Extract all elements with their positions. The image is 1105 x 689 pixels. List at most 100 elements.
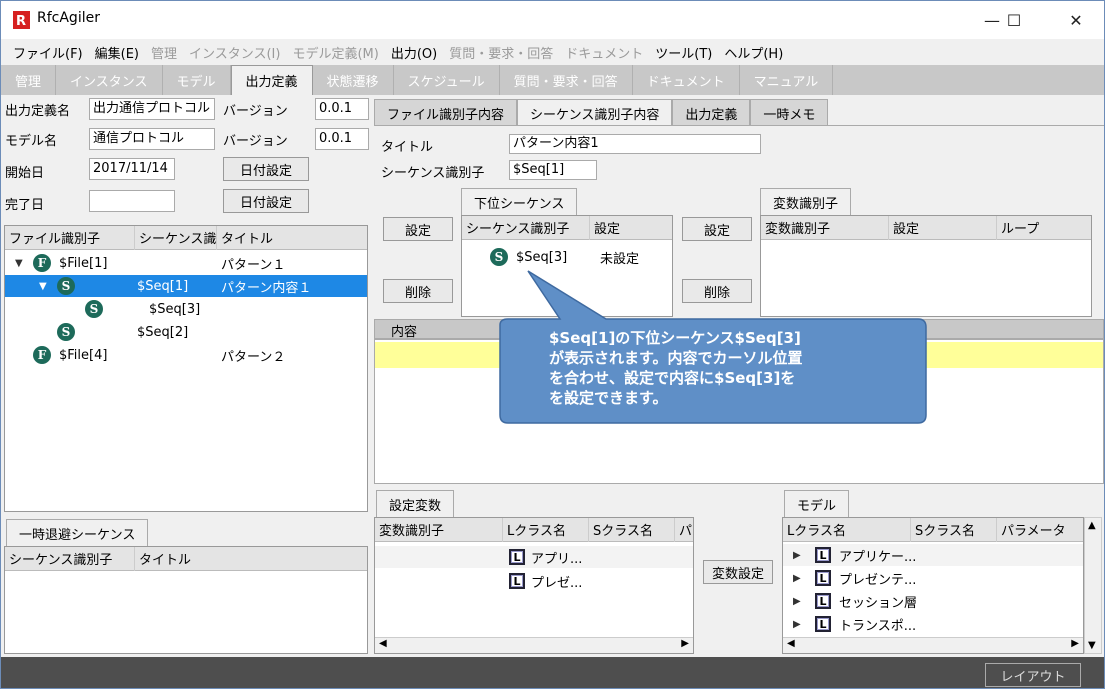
start-date-set-button[interactable]: 日付設定: [223, 157, 309, 181]
tree-col-title[interactable]: タイトル: [217, 226, 367, 250]
tree-row[interactable]: S $Seq[3]: [5, 298, 367, 320]
start-date-field[interactable]: 2017/11/14: [89, 158, 175, 180]
maximize-button[interactable]: ☐: [991, 1, 1037, 39]
var-id-set-button[interactable]: 設定: [682, 217, 752, 241]
main-tab-4[interactable]: 状態遷移: [313, 65, 394, 95]
table-row[interactable]: ▶ L トランスポ...: [783, 613, 1083, 635]
main-tab-5[interactable]: スケジュール: [394, 65, 500, 95]
model-vscrollbar[interactable]: ▲ ▼: [1084, 517, 1102, 654]
tree-expand-icon[interactable]: ▶: [793, 573, 801, 584]
set-vars-hscrollbar[interactable]: ◀ ▶: [375, 637, 693, 653]
tree-expand-icon[interactable]: ▼: [39, 281, 47, 292]
tab-var-id[interactable]: 変数識別子: [760, 188, 852, 216]
main-tab-6[interactable]: 質問・要求・回答: [500, 65, 633, 95]
tab-sub-sequence[interactable]: 下位シーケンス: [461, 188, 578, 216]
scroll-left-icon[interactable]: ◀: [379, 638, 387, 649]
tree-expand-icon[interactable]: ▼: [15, 258, 23, 269]
tree-expand-icon[interactable]: ▶: [793, 550, 801, 561]
right-tab-3[interactable]: 一時メモ: [750, 99, 829, 126]
model-name-field[interactable]: 通信プロトコル: [89, 128, 215, 150]
menu-item-0[interactable]: ファイル(F): [7, 43, 89, 62]
app-logo-icon: R: [13, 11, 30, 29]
model-col-param[interactable]: パラメータ: [997, 518, 1067, 542]
main-tab-1[interactable]: インスタンス: [56, 65, 163, 95]
tree-col-seq[interactable]: シーケンス識別: [135, 225, 217, 250]
model-col-sclass[interactable]: Sクラス名: [911, 517, 997, 542]
main-tab-3[interactable]: 出力定義: [230, 65, 313, 95]
menu-item-6[interactable]: 質問・要求・回答: [443, 43, 559, 62]
tree-title: パターン１: [221, 257, 286, 273]
layout-button[interactable]: レイアウト: [985, 663, 1081, 687]
main-tab-2[interactable]: モデル: [163, 65, 231, 95]
status-bar: レイアウト: [1, 657, 1104, 688]
right-tab-0[interactable]: ファイル識別子内容: [374, 99, 518, 126]
model-hscrollbar[interactable]: ◀ ▶: [783, 637, 1083, 653]
set-vars-col-id[interactable]: 変数識別子: [375, 517, 503, 542]
menu-item-8[interactable]: ツール(T): [649, 43, 718, 62]
menu-item-5[interactable]: 出力(O): [385, 43, 443, 62]
tree-title: パターン２: [221, 349, 286, 365]
end-date-set-button[interactable]: 日付設定: [223, 189, 309, 213]
tab-temp-sequence[interactable]: 一時退避シーケンス: [6, 519, 149, 547]
tree-col-file[interactable]: ファイル識別子: [5, 225, 135, 250]
right-tab-1[interactable]: シーケンス識別子内容: [517, 99, 673, 126]
end-date-field[interactable]: [89, 190, 175, 212]
tab-model[interactable]: モデル: [784, 490, 850, 518]
menu-item-7[interactable]: ドキュメント: [559, 43, 649, 62]
sub-seq-id: $Seq[3]: [516, 249, 568, 265]
sequence-s-icon: S: [57, 277, 75, 295]
tree-expand-icon[interactable]: ▶: [793, 619, 801, 630]
var-id-col-id[interactable]: 変数識別子: [761, 215, 889, 240]
temp-col-seq[interactable]: シーケンス識別子: [5, 546, 135, 571]
sub-seq-set-button[interactable]: 設定: [383, 217, 453, 241]
table-row[interactable]: L プレゼ...: [375, 570, 693, 592]
set-var-lclass: プレゼ...: [531, 575, 583, 591]
seq-id-field[interactable]: $Seq[1]: [509, 160, 597, 180]
sub-seq-col-id[interactable]: シーケンス識別子: [462, 215, 590, 240]
menu-item-1[interactable]: 編集(E): [89, 43, 145, 62]
tree-row[interactable]: ▼ F $File[1] パターン１: [5, 252, 367, 274]
end-date-label: 完了日: [5, 198, 45, 213]
menu-item-3[interactable]: インスタンス(I): [183, 43, 286, 62]
model-col-lclass[interactable]: Lクラス名: [783, 517, 911, 542]
set-vars-col-lclass[interactable]: Lクラス名: [503, 517, 589, 542]
var-id-col-setting[interactable]: 設定: [889, 215, 997, 240]
tree-row[interactable]: F $File[4] パターン２: [5, 344, 367, 366]
sub-seq-col-setting[interactable]: 設定: [590, 216, 670, 240]
scroll-left-icon[interactable]: ◀: [787, 638, 795, 649]
sequence-s-icon: S: [490, 248, 508, 266]
menu-item-2[interactable]: 管理: [145, 43, 183, 62]
model-grid: Lクラス名 Sクラス名 パラメータ ▶ L アプリケー... ▶ L プレゼンテ... ▶ L…: [782, 517, 1084, 654]
tree-row[interactable]: ▼ S $Seq[1] パターン内容１: [5, 275, 367, 297]
set-vars-col-sclass[interactable]: Sクラス名: [589, 517, 675, 542]
table-row[interactable]: ▶ L アプリケー...: [783, 544, 1083, 566]
var-id-col-loop[interactable]: ループ: [997, 216, 1091, 240]
menu-item-9[interactable]: ヘルプ(H): [718, 43, 789, 62]
set-vars-col-param[interactable]: パ: [675, 518, 693, 542]
table-row[interactable]: ▶ L プレゼンテ...: [783, 567, 1083, 589]
scroll-right-icon[interactable]: ▶: [1071, 638, 1079, 649]
main-tab-0[interactable]: 管理: [1, 65, 57, 95]
sequence-tree: ファイル識別子 シーケンス識別 タイトル ▼ F $File[1] パターン１ ▼ S $S…: [4, 225, 368, 512]
sub-seq-delete-button[interactable]: 削除: [383, 279, 453, 303]
var-set-button[interactable]: 変数設定: [703, 560, 773, 584]
close-button[interactable]: ✕: [1053, 1, 1099, 39]
right-tab-2[interactable]: 出力定義: [672, 99, 751, 126]
version-field-2[interactable]: 0.0.1: [315, 128, 369, 150]
seq-title-field[interactable]: パターン内容1: [509, 134, 761, 154]
table-row[interactable]: S $Seq[3] 未設定: [490, 246, 639, 268]
main-tab-7[interactable]: ドキュメント: [633, 65, 740, 95]
scroll-right-icon[interactable]: ▶: [681, 638, 689, 649]
tree-row[interactable]: S $Seq[2]: [5, 321, 367, 343]
table-row[interactable]: L アプリ...: [375, 546, 693, 568]
tree-expand-icon[interactable]: ▶: [793, 596, 801, 607]
tab-set-vars[interactable]: 設定変数: [376, 490, 455, 518]
scroll-up-icon[interactable]: ▲: [1088, 520, 1096, 531]
temp-col-title[interactable]: タイトル: [135, 547, 365, 571]
output-name-field[interactable]: 出力通信プロトコル: [89, 98, 215, 120]
menu-item-4[interactable]: モデル定義(M): [286, 43, 384, 62]
version-field-1[interactable]: 0.0.1: [315, 98, 369, 120]
scroll-down-icon[interactable]: ▼: [1088, 640, 1096, 651]
main-tab-8[interactable]: マニュアル: [740, 65, 834, 95]
table-row[interactable]: ▶ L セッション層: [783, 590, 1083, 612]
